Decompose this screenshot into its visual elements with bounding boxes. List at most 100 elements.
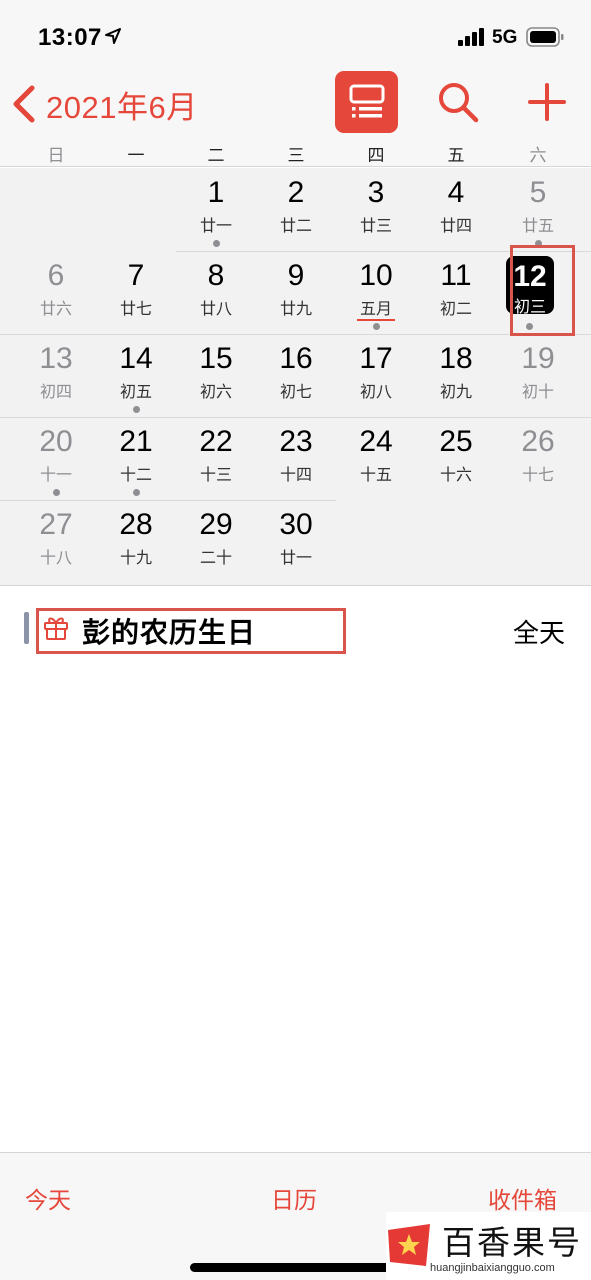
day-cell[interactable]: 29 二十 [176,500,256,583]
day-cell[interactable]: 7 廿七 [96,251,176,334]
watermark-url: huangjinbaixiangguo.com [430,1262,555,1274]
network-label: 5G [492,27,518,48]
event-dot [133,406,140,413]
day-cell[interactable]: 10 五月 [336,251,416,334]
lunar-date: 廿八 [199,301,232,318]
tab-inbox[interactable]: 收件箱 [488,1181,557,1215]
day-cell[interactable]: 19 初十 [498,334,578,417]
day-number: 25 [439,425,473,458]
day-number: 6 [47,259,65,292]
watermark-title: 百香果号 [442,1224,582,1261]
status-time: 13:07 [38,24,102,51]
location-arrow-icon [105,28,121,44]
event-time: 全天 [512,618,565,648]
plus-icon[interactable] [525,80,569,124]
day-number: 16 [279,342,313,375]
day-cell[interactable]: 2 廿二 [256,168,336,251]
day-number: 20 [39,425,73,458]
day-number: 5 [529,176,547,209]
weekday-thu: 四 [367,146,385,165]
chevron-left-icon [13,85,35,123]
weekday-header: 日 一 二 三 四 五 六 [0,140,591,167]
day-cell[interactable]: 8 廿八 [176,251,256,334]
month-grid: 1 廿一 2 廿二 3 廿三 4 廿四 5 廿五 6 廿六 7 廿七 8 廿八 9 廿九 10 五月 11 初二 12 初三 1… [0,168,591,586]
lunar-date: 十八 [39,550,72,567]
weekday-sun: 日 [47,146,65,165]
lunar-date: 廿四 [439,218,472,235]
lunar-date: 十二 [119,467,152,484]
lunar-date: 廿二 [279,218,312,235]
watermark: 百香果号 huangjinbaixiangguo.com [386,1212,591,1280]
day-cell[interactable]: 22 十三 [176,417,256,500]
status-bar: 13:07 5G [0,0,591,68]
battery-icon [526,27,564,47]
lunar-date: 十七 [521,467,554,484]
search-icon[interactable] [436,80,480,124]
lunar-date: 廿七 [119,301,152,318]
day-number: 14 [119,342,153,375]
day-cell[interactable]: 20 十一 [16,417,96,500]
event-calendar-color-bar [24,612,29,644]
day-cell[interactable]: 17 初八 [336,334,416,417]
lunar-date: 初八 [359,384,392,401]
day-number: 3 [367,176,385,209]
day-cell[interactable]: 16 初七 [256,334,336,417]
list-view-icon [349,84,384,118]
day-number: 11 [440,259,472,292]
day-cell[interactable]: 18 初九 [416,334,496,417]
day-cell[interactable]: 30 廿一 [256,500,336,583]
tab-today[interactable]: 今天 [25,1181,71,1215]
day-cell[interactable]: 14 初五 [96,334,176,417]
day-number: 1 [207,176,225,209]
tab-calendars[interactable]: 日历 [271,1181,317,1215]
day-number: 24 [359,425,393,458]
nav-bar: 2021年6月 [0,68,591,140]
day-cell[interactable]: 3 廿三 [336,168,416,251]
day-number: 28 [119,508,153,541]
day-number: 2 [287,176,305,209]
lunar-date: 十九 [119,550,152,567]
list-view-button[interactable] [335,71,398,133]
lunar-date: 初九 [439,384,472,401]
day-cell[interactable]: 21 十二 [96,417,176,500]
annotation-box-today [510,245,575,336]
home-indicator[interactable] [190,1263,402,1272]
lunar-date: 廿三 [359,218,392,235]
lunar-date: 初七 [279,384,312,401]
day-number: 17 [359,342,393,375]
month-title: 2021年6月 [46,89,198,125]
day-cell[interactable]: 6 廿六 [16,251,96,334]
day-cell[interactable]: 27 十八 [16,500,96,583]
day-number: 13 [39,342,73,375]
signal-bars-icon [458,28,484,46]
lunar-date: 廿六 [39,301,72,318]
day-cell[interactable]: 5 廿五 [498,168,578,251]
day-cell[interactable]: 28 十九 [96,500,176,583]
back-button[interactable]: 2021年6月 [10,82,198,126]
weekday-mon: 一 [127,146,145,165]
lunar-date: 初五 [119,384,152,401]
weekday-sat: 六 [529,146,547,165]
day-cell[interactable]: 24 十五 [336,417,416,500]
lunar-date: 初十 [521,384,554,401]
day-cell[interactable]: 13 初四 [16,334,96,417]
lunar-date: 初六 [199,384,232,401]
day-cell[interactable]: 11 初二 [416,251,496,334]
day-number: 19 [521,342,555,375]
day-number: 22 [199,425,233,458]
day-cell[interactable]: 4 廿四 [416,168,496,251]
day-cell[interactable]: 9 廿九 [256,251,336,334]
day-cell[interactable]: 15 初六 [176,334,256,417]
day-number: 10 [359,259,393,292]
day-cell[interactable]: 1 廿一 [176,168,256,251]
day-cell[interactable]: 26 十七 [498,417,578,500]
day-cell[interactable]: 23 十四 [256,417,336,500]
lunar-date: 二十 [199,550,232,567]
event-dot [213,240,220,247]
day-number: 18 [439,342,473,375]
day-number: 26 [521,425,555,458]
lunar-date: 十三 [199,467,232,484]
day-number: 21 [119,425,153,458]
lunar-date: 十五 [359,467,392,484]
day-cell[interactable]: 25 十六 [416,417,496,500]
